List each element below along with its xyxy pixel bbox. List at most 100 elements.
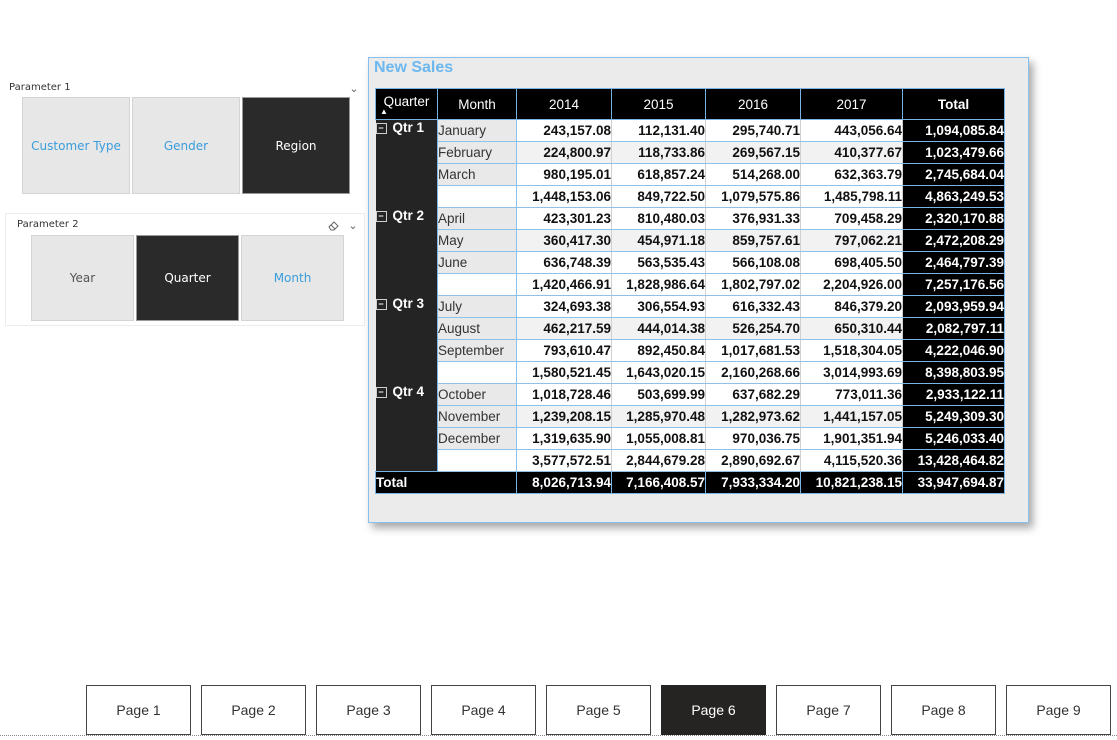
grand-total-row: Total 8,026,713.94 7,166,408.57 7,933,334.2…	[375, 471, 1005, 494]
subtotal-cell: 1,802,797.02	[705, 273, 801, 296]
subtotal-total-cell: 4,863,249.53	[902, 185, 1005, 208]
grand-total-cell: 7,933,334.20	[705, 471, 801, 494]
subtotal-label-cell	[437, 449, 517, 472]
chevron-down-icon[interactable]: ⌄	[347, 81, 361, 95]
tab-strip-divider	[0, 735, 1117, 736]
grand-total-cell: 8,026,713.94	[516, 471, 612, 494]
value-cell: 526,254.70	[705, 317, 801, 340]
page-tab-1[interactable]: Page 1	[86, 685, 191, 735]
year-column-header[interactable]: 2016	[705, 88, 801, 120]
month-row: March 980,195.01 618,857.24 514,268.00 632,3…	[376, 163, 1005, 186]
quarter-column-header[interactable]: Quarter ▲	[375, 88, 438, 120]
row-total-cell: 5,246,033.40	[902, 427, 1005, 450]
value-cell: 859,757.61	[705, 229, 801, 252]
quarter-row-header[interactable]: − Qtr 2	[375, 207, 438, 296]
quarter-row-header[interactable]: − Qtr 3	[375, 295, 438, 384]
slicer-option-month[interactable]: Month	[241, 235, 344, 321]
page-tab-4[interactable]: Page 4	[431, 685, 536, 735]
subtotal-total-cell: 7,257,176.56	[902, 273, 1005, 296]
page-tab-6[interactable]: Page 6	[661, 685, 766, 735]
value-cell: 563,535.43	[611, 251, 706, 274]
grand-total-label: Total	[375, 471, 517, 494]
value-cell: 118,733.86	[611, 141, 706, 164]
subtotal-label-cell	[437, 185, 517, 208]
value-cell: 773,011.36	[800, 383, 903, 406]
quarter-row-header[interactable]: − Qtr 4	[375, 383, 438, 472]
subtotal-total-cell: 13,428,464.82	[902, 449, 1005, 472]
page-tab-7[interactable]: Page 7	[776, 685, 881, 735]
month-column-header[interactable]: Month	[437, 88, 517, 120]
value-cell: 892,450.84	[611, 339, 706, 362]
matrix-table: Quarter ▲ Month 2014 2015 2016 2017 Tota…	[375, 88, 1005, 494]
value-cell: 1,282,973.62	[705, 405, 801, 428]
subtotal-cell: 3,014,993.69	[800, 361, 903, 384]
quarter-label: Qtr 2	[392, 207, 425, 223]
parameter-1-slicer: Parameter 1 ⌄ Customer Type Gender Region	[5, 77, 365, 200]
slicer-option-gender[interactable]: Gender	[132, 97, 240, 194]
value-cell: 360,417.30	[516, 229, 612, 252]
month-row: June 636,748.39 563,535.43 566,108.08 698,40…	[376, 251, 1005, 274]
value-cell: 846,379.20	[800, 295, 903, 318]
month-row: September 793,610.47 892,450.84 1,017,681.5…	[376, 339, 1005, 362]
year-column-header[interactable]: 2015	[611, 88, 706, 120]
eraser-icon[interactable]	[326, 218, 340, 232]
page-tab-5[interactable]: Page 5	[546, 685, 651, 735]
collapse-icon[interactable]: −	[375, 210, 387, 222]
value-cell: 632,363.79	[800, 163, 903, 186]
value-cell: 970,036.75	[705, 427, 801, 450]
value-cell: 243,157.08	[516, 119, 612, 142]
visual-title: New Sales	[374, 59, 454, 76]
subtotal-cell: 2,890,692.67	[705, 449, 801, 472]
chevron-down-icon[interactable]: ⌄	[346, 218, 360, 232]
value-cell: 269,567.15	[705, 141, 801, 164]
slicer-option-quarter[interactable]: Quarter	[136, 235, 239, 321]
page-tab-8[interactable]: Page 8	[891, 685, 996, 735]
collapse-icon[interactable]: −	[375, 386, 387, 398]
collapse-icon[interactable]: −	[375, 123, 387, 134]
month-row: − Qtr 4 October 1,018,728.46 503,699.99 637,6…	[375, 383, 1005, 472]
value-cell: 410,377.67	[800, 141, 903, 164]
slicer-option-customer-type[interactable]: Customer Type	[22, 97, 130, 194]
month-cell: September	[437, 339, 517, 362]
page-tab-9[interactable]: Page 9	[1006, 685, 1111, 735]
month-cell: April	[437, 207, 517, 230]
row-total-cell: 2,320,170.88	[902, 207, 1005, 230]
value-cell: 1,018,728.46	[516, 383, 612, 406]
value-cell: 462,217.59	[516, 317, 612, 340]
year-column-header[interactable]: 2014	[516, 88, 612, 120]
quarter-label: Qtr 3	[392, 295, 425, 311]
month-row: August 462,217.59 444,014.38 526,254.70 650,…	[376, 317, 1005, 340]
total-column-header[interactable]: Total	[902, 88, 1005, 120]
value-cell: 503,699.99	[611, 383, 706, 406]
collapse-icon[interactable]: −	[375, 298, 387, 310]
matrix-header-row: Quarter ▲ Month 2014 2015 2016 2017 Tota…	[375, 88, 1005, 120]
new-sales-matrix-visual[interactable]: New Sales Quarter ▲ Month 2014 2015 2016…	[368, 57, 1029, 523]
grand-total-cell: 10,821,238.15	[800, 471, 903, 494]
subtotal-cell: 1,828,986.64	[611, 273, 706, 296]
subtotal-label-cell	[437, 361, 517, 384]
year-column-header[interactable]: 2017	[800, 88, 903, 120]
value-cell: 295,740.71	[705, 119, 801, 142]
subtotal-cell: 4,115,520.36	[800, 449, 903, 472]
value-cell: 224,800.97	[516, 141, 612, 164]
quarter-header-label: Quarter	[383, 93, 430, 109]
row-total-cell: 2,082,797.11	[902, 317, 1005, 340]
quarter-row-header[interactable]: − Qtr 1	[375, 119, 438, 208]
value-cell: 616,332.43	[705, 295, 801, 318]
slicer-option-region[interactable]: Region	[242, 97, 350, 194]
month-cell: October	[437, 383, 517, 406]
page-tab-2[interactable]: Page 2	[201, 685, 306, 735]
value-cell: 636,748.39	[516, 251, 612, 274]
value-cell: 1,518,304.05	[800, 339, 903, 362]
value-cell: 698,405.50	[800, 251, 903, 274]
page-navigation: Page 1 Page 2 Page 3 Page 4 Page 5 Page 6 Page…	[86, 685, 1117, 735]
row-total-cell: 2,472,208.29	[902, 229, 1005, 252]
value-cell: 793,610.47	[516, 339, 612, 362]
month-cell: November	[437, 405, 517, 428]
page-tab-3[interactable]: Page 3	[316, 685, 421, 735]
slicer-option-year[interactable]: Year	[31, 235, 134, 321]
month-cell: December	[437, 427, 517, 450]
subtotal-total-cell: 8,398,803.95	[902, 361, 1005, 384]
row-total-cell: 2,745,684.04	[902, 163, 1005, 186]
month-row: − Qtr 2 April 423,301.23 810,480.03 376,931.3…	[375, 207, 1005, 296]
